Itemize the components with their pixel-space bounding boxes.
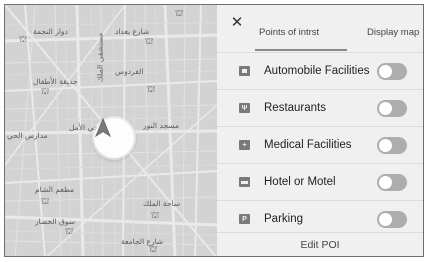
poi-row-hotel[interactable]: Hotel or Motel	[217, 163, 423, 200]
map-pin-icon[interactable]: ⛫	[147, 85, 155, 96]
poi-row-medical[interactable]: + Medical Facilities	[217, 126, 423, 163]
poi-row-label: Parking	[264, 213, 303, 225]
restaurants-toggle[interactable]	[377, 99, 407, 117]
close-icon[interactable]: ✕	[227, 13, 247, 33]
car-facility-icon	[239, 66, 250, 76]
tab-display-map[interactable]: Display map	[367, 27, 419, 38]
map-label: ساحة الملك	[143, 199, 181, 208]
map-view[interactable]: دوار النجمة شارع بغداد مستشفى الملك الفر…	[5, 5, 217, 256]
map-label: مستشفى الملك	[95, 32, 105, 83]
active-tab-indicator	[255, 49, 347, 51]
poi-panel: ✕ Points of intrst Display map Automobil…	[217, 5, 423, 256]
map-label: دوار النجمة	[33, 27, 68, 36]
poi-row-label: Hotel or Motel	[264, 176, 336, 188]
medical-icon: +	[239, 140, 250, 150]
navigation-arrow-icon	[94, 118, 112, 138]
map-label: حديقة الأطفال	[33, 77, 78, 86]
toggle-knob	[379, 175, 392, 189]
restaurant-icon: Ψ	[239, 103, 250, 113]
tab-points-of-interest[interactable]: Points of intrst	[259, 27, 319, 38]
vehicle-position-marker[interactable]	[94, 118, 134, 158]
toggle-knob	[379, 138, 392, 152]
map-pin-icon[interactable]: ⛫	[65, 227, 73, 238]
map-pin-icon[interactable]: ⛫	[145, 37, 153, 48]
map-label: الفردوس	[115, 67, 144, 76]
parking-toggle[interactable]	[377, 210, 407, 228]
edit-poi-button[interactable]: Edit POI	[217, 239, 423, 251]
poi-row-automobile[interactable]: Automobile Facilities	[217, 52, 423, 89]
map-label: مسجد النور	[143, 121, 179, 130]
map-pin-icon[interactable]: ⛫	[19, 35, 27, 46]
poi-row-label: Medical Facilities	[264, 139, 352, 151]
map-label: شارع بغداد	[115, 27, 150, 36]
medical-toggle[interactable]	[377, 136, 407, 154]
screen-frame: دوار النجمة شارع بغداد مستشفى الملك الفر…	[4, 4, 424, 257]
toggle-knob	[379, 101, 392, 115]
poi-row-label: Restaurants	[264, 102, 327, 114]
map-pin-icon[interactable]: ⛫	[41, 197, 49, 208]
map-label: سوق الخضار	[35, 217, 75, 226]
automobile-toggle[interactable]	[377, 62, 407, 80]
edit-poi-row: Edit POI	[217, 232, 423, 256]
map-pin-icon[interactable]: ⛫	[151, 211, 159, 222]
poi-row-label: Automobile Facilities	[264, 65, 370, 77]
poi-row-restaurants[interactable]: Ψ Restaurants	[217, 89, 423, 126]
poi-category-list: Automobile Facilities Ψ Restaurants + Me…	[217, 52, 423, 237]
map-pin-icon[interactable]: ⛫	[175, 9, 183, 20]
hotel-toggle[interactable]	[377, 173, 407, 191]
hotel-icon	[239, 177, 250, 187]
map-label: مطعم الشام	[35, 185, 75, 194]
map-label: مدارس الحي	[7, 131, 48, 140]
toggle-knob	[379, 212, 392, 226]
parking-icon: P	[239, 214, 250, 224]
map-pin-icon[interactable]: ⛫	[41, 87, 49, 98]
toggle-knob	[379, 64, 392, 78]
map-pin-icon[interactable]: ⛫	[149, 245, 157, 256]
